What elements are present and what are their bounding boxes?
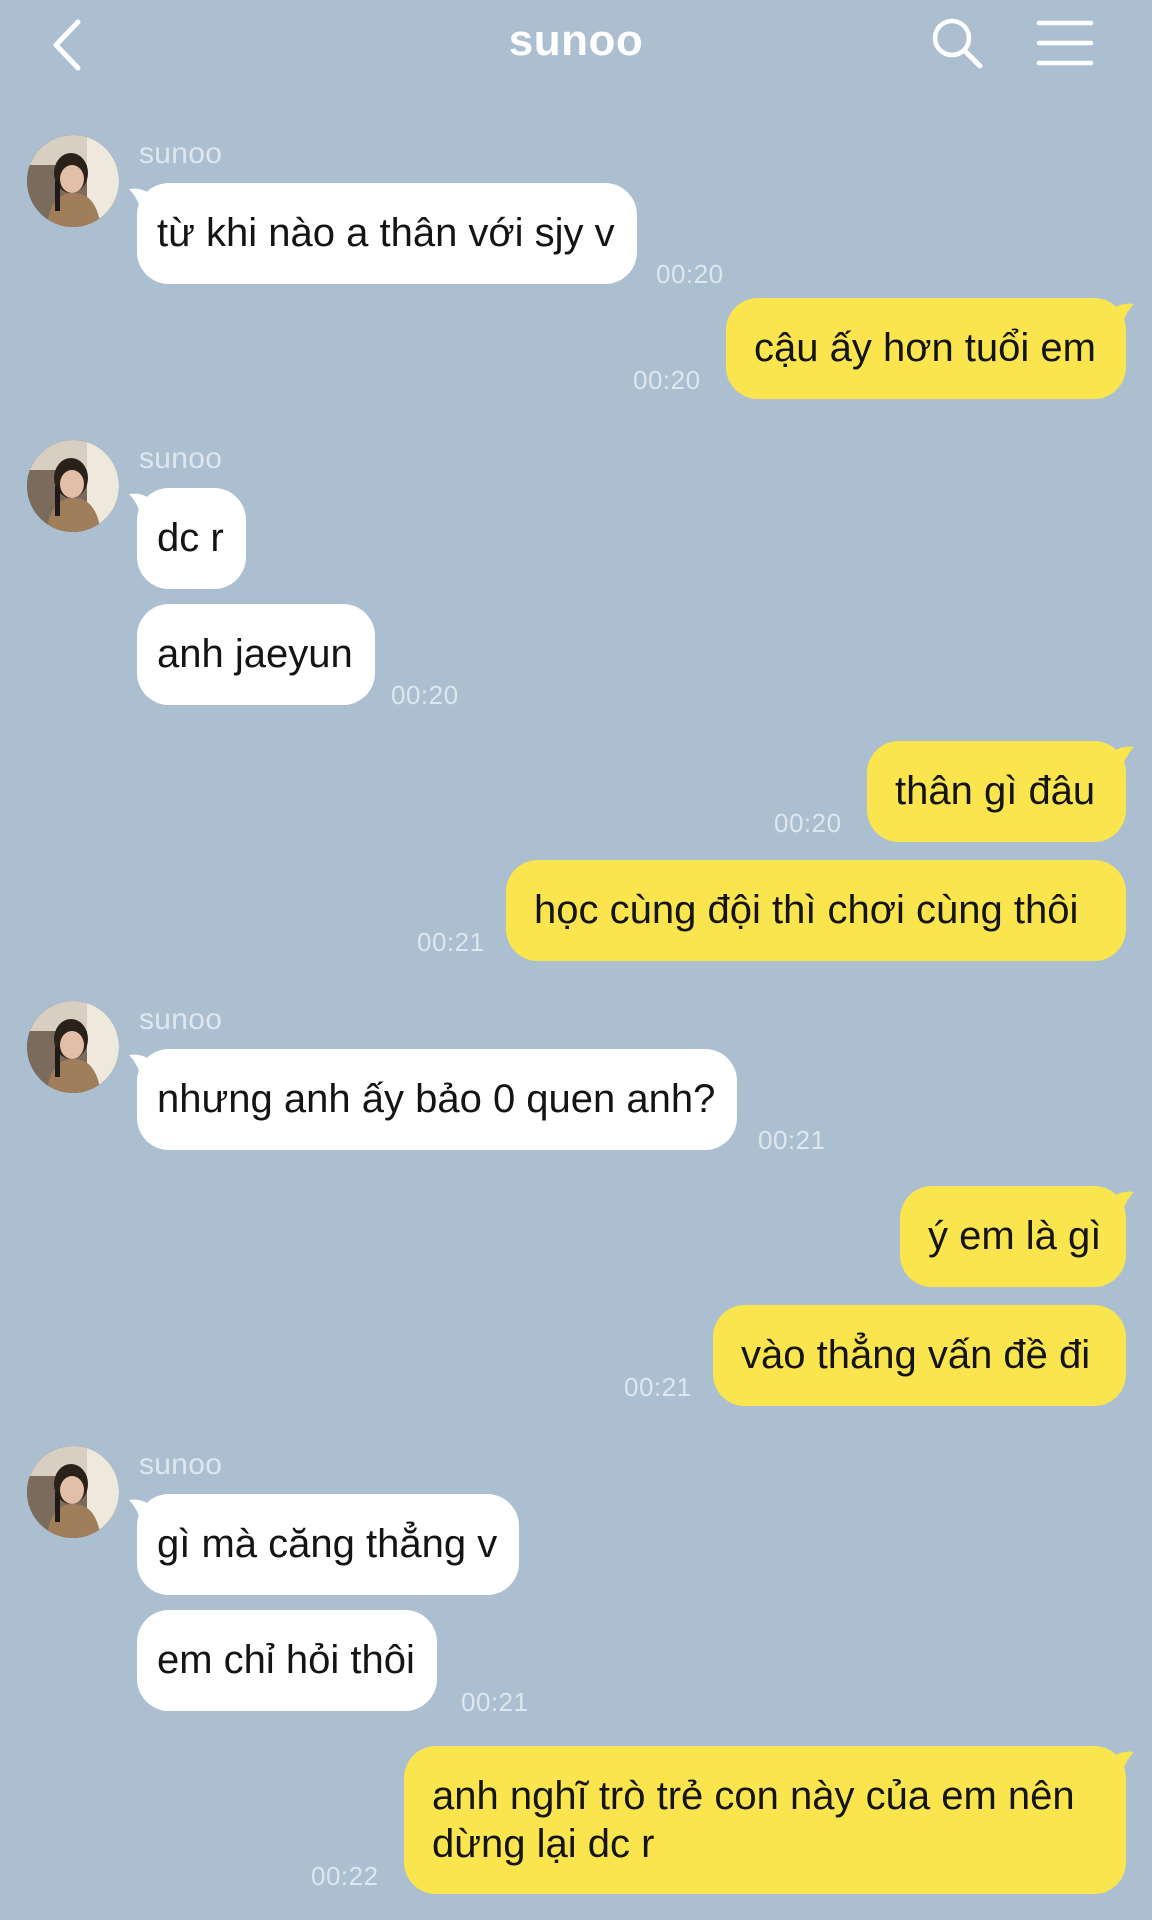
sender-name: sunoo [139, 1003, 223, 1036]
message-time: 00:20 [774, 808, 842, 838]
bubble-tail [129, 1499, 159, 1534]
outgoing-message-bubble[interactable]: anh nghĩ trò trẻ con này của em nên dừng… [404, 1746, 1134, 1894]
bubble-tail [1104, 746, 1134, 781]
message-time: 00:20 [391, 680, 459, 710]
search-button[interactable] [928, 14, 988, 74]
message-time: 00:21 [417, 927, 485, 957]
message-text: học cùng đội thì chơi cùng thôi [534, 888, 1079, 932]
avatar-photo [27, 1001, 119, 1093]
message-time: 00:21 [461, 1687, 529, 1717]
message-time: 00:21 [758, 1125, 826, 1155]
bubble-tail [129, 188, 159, 223]
message-text: vào thẳng vấn đề đi [741, 1333, 1091, 1377]
message-text: thân gì đâu [895, 769, 1096, 813]
incoming-message-bubble[interactable]: anh jaeyun [137, 604, 375, 705]
avatar[interactable] [27, 1001, 119, 1093]
message-text: anh jaeyun [157, 632, 353, 676]
sender-name: sunoo [139, 137, 223, 170]
incoming-message-bubble[interactable]: em chỉ hỏi thôi [137, 1610, 437, 1711]
bubble-tail [1104, 1751, 1134, 1786]
avatar-photo [27, 440, 119, 532]
outgoing-message-bubble[interactable]: vào thẳng vấn đề đi [713, 1305, 1126, 1406]
outgoing-message-bubble[interactable]: học cùng đội thì chơi cùng thôi [506, 860, 1126, 961]
message-time: 00:20 [633, 365, 701, 395]
message-text: ý em là gì [928, 1214, 1102, 1258]
avatar[interactable] [27, 440, 119, 532]
menu-icon [1036, 20, 1094, 66]
avatar-photo [27, 1446, 119, 1538]
search-icon [932, 18, 983, 69]
chat-header: sunoo [0, 0, 1152, 100]
incoming-message-bubble[interactable]: nhưng anh ấy bảo 0 quen anh? [129, 1049, 738, 1150]
message-text: gì mà căng thẳng v [157, 1522, 498, 1566]
incoming-message-bubble[interactable]: dc r [129, 488, 246, 589]
message-time: 00:22 [311, 1861, 379, 1891]
bubble-tail [1104, 1191, 1134, 1226]
message-text: từ khi nào a thân với sjy v [157, 211, 615, 255]
message-time: 00:21 [624, 1372, 692, 1402]
message-text: em chỉ hỏi thôi [157, 1638, 415, 1682]
avatar[interactable] [27, 135, 119, 227]
sender-name: sunoo [139, 1448, 223, 1481]
outgoing-message-bubble[interactable]: ý em là gì [900, 1186, 1134, 1287]
bubble-tail [129, 1054, 159, 1089]
avatar-photo [27, 135, 119, 227]
outgoing-message-bubble[interactable]: thân gì đâu [867, 741, 1134, 842]
message-text: cậu ấy hơn tuổi em [754, 326, 1096, 370]
message-text: anh nghĩ trò trẻ con này của em nên dừng… [432, 1774, 1075, 1866]
bubble-tail [1104, 303, 1134, 338]
incoming-message-bubble[interactable]: gì mà căng thẳng v [129, 1494, 520, 1595]
bubble-tail [129, 493, 159, 528]
menu-button[interactable] [1034, 14, 1096, 74]
avatar[interactable] [27, 1446, 119, 1538]
message-time: 00:20 [656, 259, 724, 289]
outgoing-message-bubble[interactable]: cậu ấy hơn tuổi em [726, 298, 1134, 399]
incoming-message-bubble[interactable]: từ khi nào a thân với sjy v [129, 183, 637, 284]
sender-name: sunoo [139, 442, 223, 475]
message-text: nhưng anh ấy bảo 0 quen anh? [157, 1077, 716, 1121]
